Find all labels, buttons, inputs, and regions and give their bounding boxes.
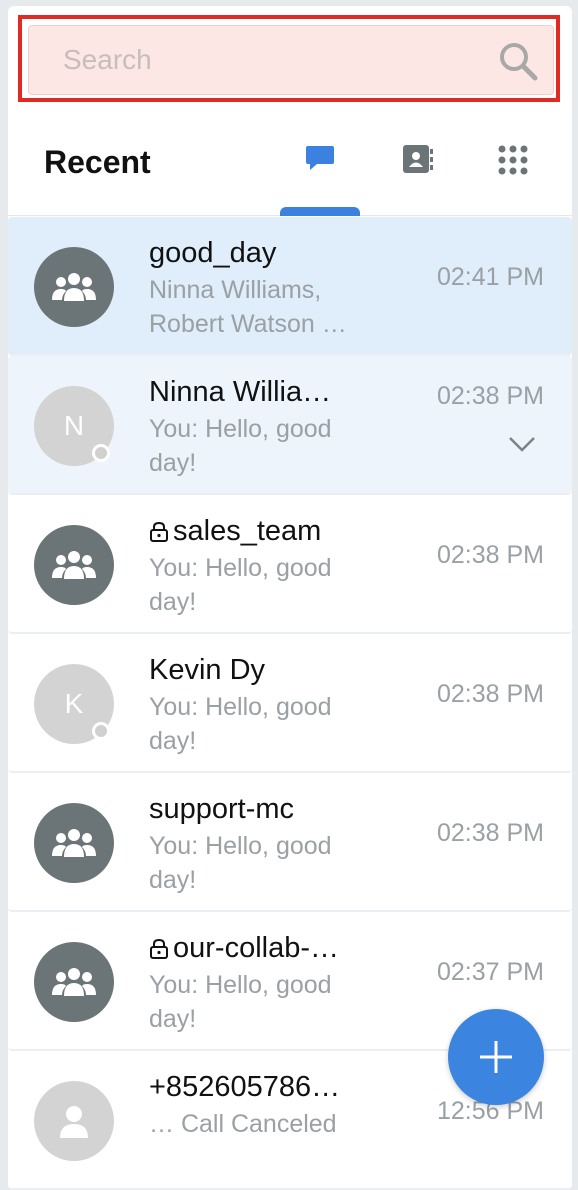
search-input[interactable] bbox=[29, 26, 489, 94]
lock-icon bbox=[150, 938, 168, 959]
group-icon bbox=[52, 551, 96, 579]
chat-bubble-icon bbox=[306, 146, 334, 170]
conversation-row[interactable]: support-mc You: Hello, good day! 02:38 PM bbox=[8, 773, 572, 912]
lock-icon bbox=[150, 521, 168, 542]
conversation-time: 02:37 PM bbox=[436, 958, 544, 986]
group-icon bbox=[52, 829, 96, 857]
conversation-preview: You: Hello, good day! bbox=[149, 554, 332, 616]
conversation-name: support-mc bbox=[149, 793, 295, 825]
dialpad-grid-icon bbox=[498, 145, 528, 175]
conversation-row[interactable]: good_day Ninna Williams, Robert Watson … … bbox=[8, 217, 572, 356]
group-icon bbox=[52, 968, 96, 996]
conversation-row[interactable]: sales_team You: Hello, good day! 02:38 PM bbox=[8, 495, 572, 634]
chevron-down-icon[interactable] bbox=[508, 436, 536, 457]
conversation-time: 02:38 PM bbox=[436, 819, 544, 847]
active-tab-indicator bbox=[280, 207, 360, 216]
header: Recent bbox=[8, 110, 572, 216]
contact-book-icon bbox=[403, 145, 433, 173]
person-icon bbox=[60, 1106, 88, 1138]
conversation-preview: … Call Canceled bbox=[149, 1110, 337, 1138]
tab-contacts[interactable] bbox=[378, 136, 458, 216]
conversation-row[interactable]: N Ninna Willia… You: Hello, good day! 02:… bbox=[8, 356, 572, 495]
conversation-preview: You: Hello, good day! bbox=[149, 832, 332, 894]
tab-chats[interactable] bbox=[280, 136, 360, 216]
conversation-name: sales_team bbox=[149, 515, 321, 548]
group-avatar bbox=[34, 247, 114, 327]
presence-indicator bbox=[92, 722, 110, 740]
tab-dialpad[interactable] bbox=[473, 136, 553, 216]
conversation-preview: Ninna Williams, Robert Watson … bbox=[149, 276, 347, 338]
person-avatar bbox=[34, 1081, 114, 1161]
page-title: Recent bbox=[44, 144, 151, 180]
conversation-time: 02:38 PM bbox=[436, 541, 544, 569]
group-avatar bbox=[34, 525, 114, 605]
conversation-preview: You: Hello, good day! bbox=[149, 971, 332, 1033]
conversation-preview: You: Hello, good day! bbox=[149, 415, 332, 477]
new-conversation-button[interactable] bbox=[448, 1009, 544, 1105]
conversation-row[interactable]: K Kevin Dy You: Hello, good day! 02:38 PM bbox=[8, 634, 572, 773]
presence-indicator bbox=[92, 444, 110, 462]
conversation-name: our-collab-… bbox=[149, 932, 339, 965]
plus-icon bbox=[480, 1041, 512, 1073]
conversation-name: good_day bbox=[149, 237, 277, 269]
conversation-name: +852605786… bbox=[149, 1071, 341, 1103]
conversation-name: Ninna Willia… bbox=[149, 376, 332, 408]
search-icon[interactable] bbox=[497, 40, 539, 82]
group-avatar bbox=[34, 803, 114, 883]
search-box[interactable] bbox=[28, 25, 554, 95]
group-icon bbox=[52, 273, 96, 301]
conversation-preview: You: Hello, good day! bbox=[149, 693, 332, 755]
conversation-name: Kevin Dy bbox=[149, 654, 266, 686]
conversation-time: 02:38 PM bbox=[436, 382, 544, 410]
conversation-time: 02:41 PM bbox=[436, 263, 544, 291]
conversation-time: 02:38 PM bbox=[436, 680, 544, 708]
group-avatar bbox=[34, 942, 114, 1022]
